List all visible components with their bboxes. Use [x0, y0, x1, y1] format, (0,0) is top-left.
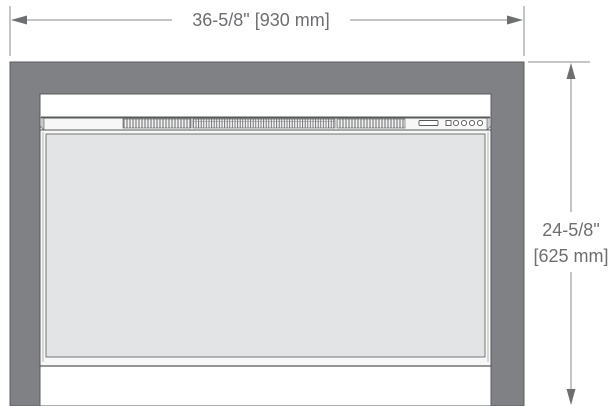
control-button-3 — [460, 119, 468, 127]
vent-grille-center — [192, 118, 336, 129]
control-button-2 — [452, 119, 460, 127]
width-dimension: 36-5/8" [930 mm] — [9, 6, 525, 56]
height-arrow-top — [566, 63, 576, 79]
control-display — [418, 120, 439, 126]
control-button-1 — [445, 120, 452, 126]
height-label-line1: 24-5/8" — [542, 220, 599, 240]
glass-viewing-area — [45, 133, 486, 358]
vent-grille-right — [336, 118, 406, 129]
vent-grille-left — [122, 118, 192, 129]
fireplace-insert-dimension-diagram: 36-5/8" [930 mm] 24-5/8" [625 mm] — [9, 6, 609, 406]
width-label: 36-5/8" [930 mm] — [192, 10, 329, 30]
control-button-4 — [468, 119, 476, 127]
height-dimension: 24-5/8" [625 mm] — [528, 61, 609, 405]
width-arrow-right — [507, 15, 523, 25]
insert-top-panel — [41, 95, 490, 117]
height-label-line2: [625 mm] — [533, 246, 608, 266]
fireplace-insert — [39, 95, 492, 367]
height-arrow-bottom — [566, 389, 576, 405]
width-arrow-left — [11, 15, 27, 25]
control-button-5 — [476, 119, 484, 127]
